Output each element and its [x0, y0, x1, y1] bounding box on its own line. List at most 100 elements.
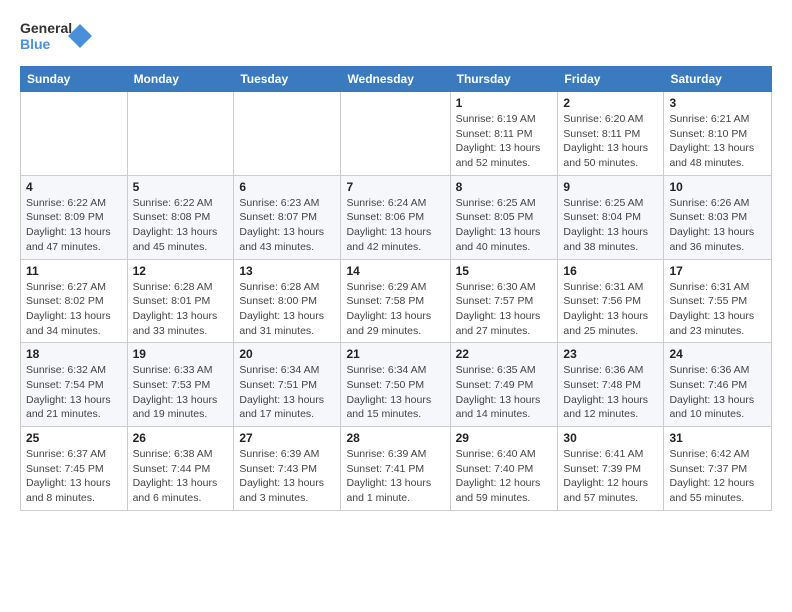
day-info: Sunrise: 6:32 AM Sunset: 7:54 PM Dayligh…: [26, 363, 122, 422]
day-info: Sunrise: 6:37 AM Sunset: 7:45 PM Dayligh…: [26, 447, 122, 506]
weekday-header-monday: Monday: [127, 67, 234, 92]
logo-icon: GeneralBlue: [20, 16, 100, 56]
day-number: 5: [133, 180, 229, 194]
calendar-week-row: 18Sunrise: 6:32 AM Sunset: 7:54 PM Dayli…: [21, 343, 772, 427]
calendar-cell: 27 Sunrise: 6:39 AM Sunset: 7:43 PM Dayli…: [234, 427, 341, 511]
calendar-cell: 29 Sunrise: 6:40 AM Sunset: 7:40 PM Dayli…: [450, 427, 558, 511]
calendar-cell: 11Sunrise: 6:27 AM Sunset: 8:02 PM Dayli…: [21, 259, 128, 343]
day-info: Sunrise: 6:31 AM Sunset: 7:55 PM Dayligh…: [669, 280, 766, 339]
day-number: 8: [456, 180, 553, 194]
calendar-cell: 3 Sunrise: 6:21 AM Sunset: 8:10 PM Daylig…: [664, 92, 772, 176]
day-info: Sunrise: 6:22 AM Sunset: 8:08 PM Dayligh…: [133, 196, 229, 255]
day-info: Sunrise: 6:36 AM Sunset: 7:48 PM Dayligh…: [563, 363, 658, 422]
day-number: 1: [456, 96, 553, 110]
weekday-header-friday: Friday: [558, 67, 664, 92]
calendar-week-row: 25Sunrise: 6:37 AM Sunset: 7:45 PM Dayli…: [21, 427, 772, 511]
day-info: Sunrise: 6:33 AM Sunset: 7:53 PM Dayligh…: [133, 363, 229, 422]
day-info: Sunrise: 6:34 AM Sunset: 7:50 PM Dayligh…: [346, 363, 444, 422]
day-info: Sunrise: 6:26 AM Sunset: 8:03 PM Dayligh…: [669, 196, 766, 255]
day-info: Sunrise: 6:28 AM Sunset: 8:00 PM Dayligh…: [239, 280, 335, 339]
calendar-cell: 21 Sunrise: 6:34 AM Sunset: 7:50 PM Dayli…: [341, 343, 450, 427]
weekday-header-thursday: Thursday: [450, 67, 558, 92]
calendar-cell: 26 Sunrise: 6:38 AM Sunset: 7:44 PM Dayli…: [127, 427, 234, 511]
calendar-cell: 31 Sunrise: 6:42 AM Sunset: 7:37 PM Dayli…: [664, 427, 772, 511]
day-number: 31: [669, 431, 766, 445]
calendar-cell: 28 Sunrise: 6:39 AM Sunset: 7:41 PM Dayli…: [341, 427, 450, 511]
day-info: Sunrise: 6:38 AM Sunset: 7:44 PM Dayligh…: [133, 447, 229, 506]
calendar-cell: 25Sunrise: 6:37 AM Sunset: 7:45 PM Dayli…: [21, 427, 128, 511]
day-info: Sunrise: 6:41 AM Sunset: 7:39 PM Dayligh…: [563, 447, 658, 506]
weekday-header-wednesday: Wednesday: [341, 67, 450, 92]
day-number: 11: [26, 264, 122, 278]
day-number: 30: [563, 431, 658, 445]
day-info: Sunrise: 6:19 AM Sunset: 8:11 PM Dayligh…: [456, 112, 553, 171]
calendar-week-row: 4 Sunrise: 6:22 AM Sunset: 8:09 PM Daylig…: [21, 175, 772, 259]
calendar-cell: 16 Sunrise: 6:31 AM Sunset: 7:56 PM Dayli…: [558, 259, 664, 343]
day-number: 26: [133, 431, 229, 445]
day-number: 24: [669, 347, 766, 361]
day-info: Sunrise: 6:42 AM Sunset: 7:37 PM Dayligh…: [669, 447, 766, 506]
calendar-cell: 1 Sunrise: 6:19 AM Sunset: 8:11 PM Daylig…: [450, 92, 558, 176]
day-info: Sunrise: 6:22 AM Sunset: 8:09 PM Dayligh…: [26, 196, 122, 255]
calendar-cell: 22 Sunrise: 6:35 AM Sunset: 7:49 PM Dayli…: [450, 343, 558, 427]
calendar-cell: 17 Sunrise: 6:31 AM Sunset: 7:55 PM Dayli…: [664, 259, 772, 343]
calendar-cell: 6Sunrise: 6:23 AM Sunset: 8:07 PM Daylig…: [234, 175, 341, 259]
day-number: 28: [346, 431, 444, 445]
calendar-cell: 30 Sunrise: 6:41 AM Sunset: 7:39 PM Dayli…: [558, 427, 664, 511]
day-number: 2: [563, 96, 658, 110]
svg-text:Blue: Blue: [20, 36, 51, 52]
calendar-cell: [127, 92, 234, 176]
day-number: 3: [669, 96, 766, 110]
day-number: 10: [669, 180, 766, 194]
calendar-cell: 4 Sunrise: 6:22 AM Sunset: 8:09 PM Daylig…: [21, 175, 128, 259]
day-number: 29: [456, 431, 553, 445]
weekday-header-sunday: Sunday: [21, 67, 128, 92]
day-number: 7: [346, 180, 444, 194]
calendar-table: SundayMondayTuesdayWednesdayThursdayFrid…: [20, 66, 772, 511]
calendar-cell: 14Sunrise: 6:29 AM Sunset: 7:58 PM Dayli…: [341, 259, 450, 343]
calendar-cell: [21, 92, 128, 176]
day-number: 27: [239, 431, 335, 445]
day-number: 16: [563, 264, 658, 278]
calendar-cell: 23Sunrise: 6:36 AM Sunset: 7:48 PM Dayli…: [558, 343, 664, 427]
day-info: Sunrise: 6:35 AM Sunset: 7:49 PM Dayligh…: [456, 363, 553, 422]
day-info: Sunrise: 6:40 AM Sunset: 7:40 PM Dayligh…: [456, 447, 553, 506]
day-info: Sunrise: 6:34 AM Sunset: 7:51 PM Dayligh…: [239, 363, 335, 422]
calendar-cell: 12 Sunrise: 6:28 AM Sunset: 8:01 PM Dayli…: [127, 259, 234, 343]
weekday-header-tuesday: Tuesday: [234, 67, 341, 92]
day-number: 13: [239, 264, 335, 278]
day-number: 4: [26, 180, 122, 194]
calendar-cell: 15 Sunrise: 6:30 AM Sunset: 7:57 PM Dayli…: [450, 259, 558, 343]
calendar-cell: 18Sunrise: 6:32 AM Sunset: 7:54 PM Dayli…: [21, 343, 128, 427]
calendar-cell: 9Sunrise: 6:25 AM Sunset: 8:04 PM Daylig…: [558, 175, 664, 259]
calendar-cell: 20 Sunrise: 6:34 AM Sunset: 7:51 PM Dayli…: [234, 343, 341, 427]
calendar-week-row: 1 Sunrise: 6:19 AM Sunset: 8:11 PM Daylig…: [21, 92, 772, 176]
calendar-cell: 24Sunrise: 6:36 AM Sunset: 7:46 PM Dayli…: [664, 343, 772, 427]
calendar-cell: [234, 92, 341, 176]
day-info: Sunrise: 6:39 AM Sunset: 7:41 PM Dayligh…: [346, 447, 444, 506]
day-info: Sunrise: 6:25 AM Sunset: 8:05 PM Dayligh…: [456, 196, 553, 255]
day-number: 21: [346, 347, 444, 361]
weekday-header-row: SundayMondayTuesdayWednesdayThursdayFrid…: [21, 67, 772, 92]
day-number: 20: [239, 347, 335, 361]
calendar-cell: 2 Sunrise: 6:20 AM Sunset: 8:11 PM Daylig…: [558, 92, 664, 176]
day-number: 22: [456, 347, 553, 361]
day-number: 15: [456, 264, 553, 278]
day-info: Sunrise: 6:31 AM Sunset: 7:56 PM Dayligh…: [563, 280, 658, 339]
svg-text:General: General: [20, 20, 72, 36]
day-info: Sunrise: 6:28 AM Sunset: 8:01 PM Dayligh…: [133, 280, 229, 339]
day-info: Sunrise: 6:39 AM Sunset: 7:43 PM Dayligh…: [239, 447, 335, 506]
day-number: 12: [133, 264, 229, 278]
calendar-cell: 10 Sunrise: 6:26 AM Sunset: 8:03 PM Dayli…: [664, 175, 772, 259]
day-info: Sunrise: 6:24 AM Sunset: 8:06 PM Dayligh…: [346, 196, 444, 255]
day-info: Sunrise: 6:23 AM Sunset: 8:07 PM Dayligh…: [239, 196, 335, 255]
day-info: Sunrise: 6:29 AM Sunset: 7:58 PM Dayligh…: [346, 280, 444, 339]
calendar-week-row: 11Sunrise: 6:27 AM Sunset: 8:02 PM Dayli…: [21, 259, 772, 343]
day-number: 17: [669, 264, 766, 278]
day-info: Sunrise: 6:25 AM Sunset: 8:04 PM Dayligh…: [563, 196, 658, 255]
day-info: Sunrise: 6:20 AM Sunset: 8:11 PM Dayligh…: [563, 112, 658, 171]
day-info: Sunrise: 6:21 AM Sunset: 8:10 PM Dayligh…: [669, 112, 766, 171]
day-info: Sunrise: 6:30 AM Sunset: 7:57 PM Dayligh…: [456, 280, 553, 339]
weekday-header-saturday: Saturday: [664, 67, 772, 92]
calendar-cell: [341, 92, 450, 176]
